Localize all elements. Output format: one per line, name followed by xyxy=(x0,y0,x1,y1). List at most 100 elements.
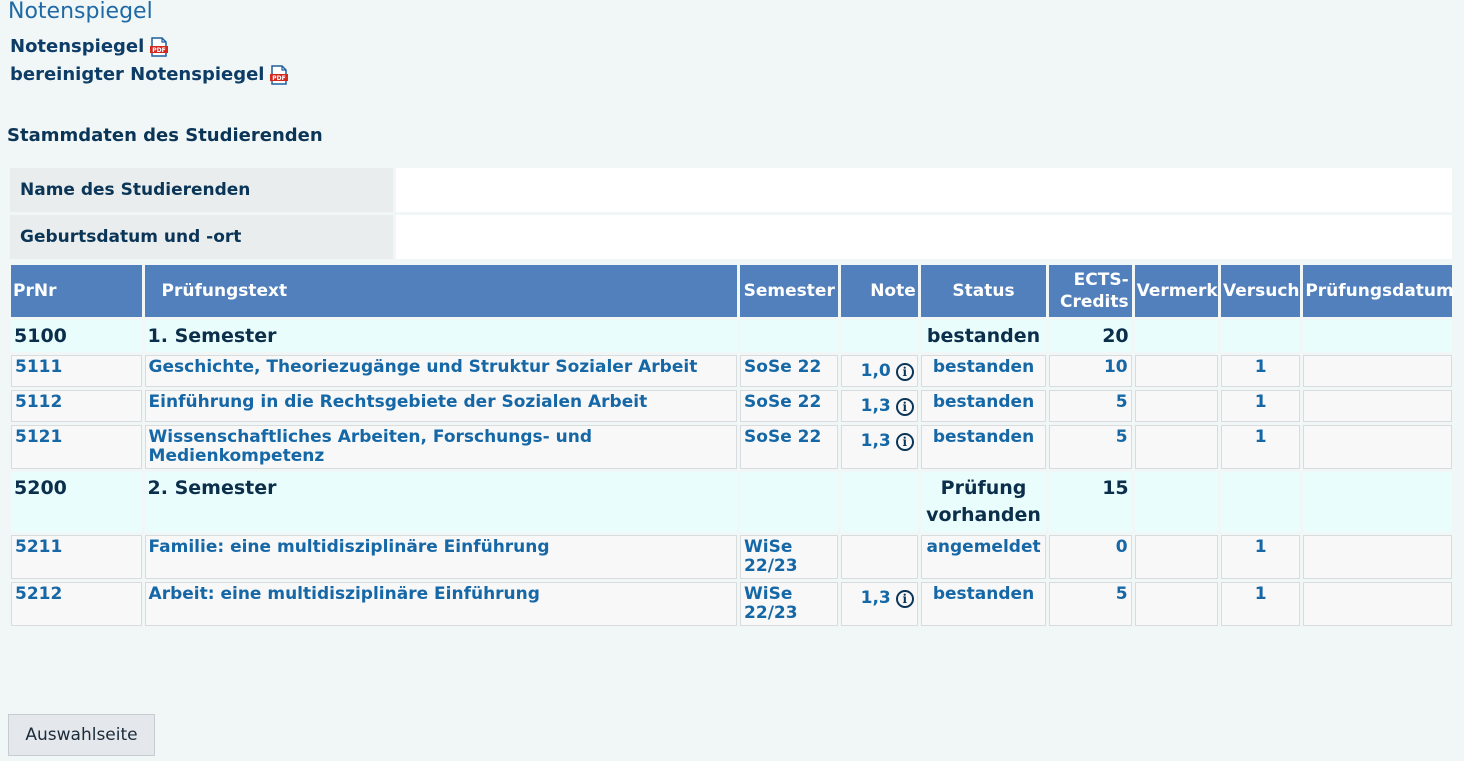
prnr-link[interactable]: 5211 xyxy=(15,537,62,557)
note-text: 1,3 xyxy=(860,396,891,416)
info-icon[interactable]: i xyxy=(895,397,914,416)
note-cell xyxy=(841,320,918,352)
ects-link[interactable]: 5 xyxy=(1116,427,1128,447)
ects-link[interactable]: 10 xyxy=(1104,357,1128,377)
status-link[interactable]: bestanden xyxy=(933,357,1034,377)
vermerk-cell xyxy=(1134,582,1218,626)
pruefungstext-link[interactable]: Arbeit: eine multidisziplinäre Einführun… xyxy=(149,584,540,604)
bereinigter-notenspiegel-link-label[interactable]: bereinigter Notenspiegel xyxy=(10,64,264,85)
prnr-cell: 5100 xyxy=(11,320,142,352)
info-icon[interactable]: i xyxy=(895,362,914,381)
versuch-link[interactable]: 1 xyxy=(1255,357,1267,377)
note-cell xyxy=(841,535,918,579)
semester-link[interactable]: SoSe 22 xyxy=(744,427,821,447)
ects-cell: 15 xyxy=(1049,472,1132,532)
versuch-link[interactable]: 1 xyxy=(1255,427,1267,447)
geburt-label: Geburtsdatum und -ort xyxy=(10,215,393,259)
note-value: 1,3 i xyxy=(861,432,914,451)
pdf-icon[interactable]: PDF xyxy=(270,64,289,85)
vermerk-cell xyxy=(1134,535,1218,579)
table-row: 5212 Arbeit: eine multidisziplinäre Einf… xyxy=(11,582,1452,626)
status-cell: Prüfung vorhanden xyxy=(920,472,1047,532)
note-text: 1,3 xyxy=(860,588,891,608)
table-row: 5111 Geschichte, Theoriezugänge und Stru… xyxy=(11,355,1452,387)
table-row: 5112 Einführung in die Rechtsgebiete der… xyxy=(11,390,1452,422)
pruefungsdatum-cell xyxy=(1303,472,1452,532)
stammdaten-geburt-row: Geburtsdatum und -ort xyxy=(10,215,1452,259)
prnr-link[interactable]: 5212 xyxy=(15,584,62,604)
semester-link[interactable]: WiSe 22/23 xyxy=(744,537,798,576)
prnr-cell: 5200 xyxy=(11,472,142,532)
vermerk-cell xyxy=(1134,425,1218,469)
pruefungstext-link[interactable]: Einführung in die Rechtsgebiete der Sozi… xyxy=(149,392,648,412)
name-value xyxy=(396,168,1452,212)
pruefungsdatum-cell xyxy=(1303,535,1452,579)
versuch-cell xyxy=(1220,472,1301,532)
header-prnr: PrNr xyxy=(11,265,142,317)
status-link[interactable]: bestanden xyxy=(933,392,1034,412)
versuch-link[interactable]: 1 xyxy=(1255,392,1267,412)
versuch-link[interactable]: 1 xyxy=(1255,584,1267,604)
header-vermerk: Vermerk xyxy=(1134,265,1218,317)
header-status: Status xyxy=(920,265,1047,317)
note-cell xyxy=(841,472,918,532)
versuch-link[interactable]: 1 xyxy=(1255,537,1267,557)
semester-row: 5100 1. Semester bestanden 20 xyxy=(11,320,1452,352)
table-header-row: PrNr Prüfungstext Semester Note Status E… xyxy=(11,265,1454,317)
pruefungsdatum-cell xyxy=(1303,320,1452,352)
stammdaten-heading: Stammdaten des Studierenden xyxy=(7,125,323,146)
status-link[interactable]: bestanden xyxy=(933,584,1034,604)
svg-text:PDF: PDF xyxy=(153,47,166,54)
header-ects: ECTS-Credits xyxy=(1049,265,1132,317)
info-icon[interactable]: i xyxy=(895,589,914,608)
header-pruefungsdatum: Prüfungsdatum xyxy=(1303,265,1454,317)
status-link[interactable]: bestanden xyxy=(933,427,1034,447)
semester-link[interactable]: SoSe 22 xyxy=(744,392,821,412)
vermerk-cell xyxy=(1134,355,1218,387)
semester-link[interactable]: WiSe 22/23 xyxy=(744,584,798,623)
note-text: 1,0 xyxy=(860,361,891,381)
pdf-icon[interactable]: PDF xyxy=(150,36,169,57)
auswahlseite-button[interactable]: Auswahlseite xyxy=(8,714,155,756)
geburt-value xyxy=(396,215,1452,259)
notenspiegel-pdf-link[interactable]: Notenspiegel PDF xyxy=(10,36,169,57)
note-value: 1,3 i xyxy=(861,589,914,608)
info-icon[interactable]: i xyxy=(895,432,914,451)
pruefungstext-cell: 1. Semester xyxy=(144,320,738,352)
pruefungstext-link[interactable]: Familie: eine multidisziplinäre Einführu… xyxy=(149,537,550,557)
note-value: 1,0 i xyxy=(861,362,914,381)
grades-table: PrNr Prüfungstext Semester Note Status E… xyxy=(8,262,1455,629)
ects-link[interactable]: 5 xyxy=(1116,584,1128,604)
pruefungsdatum-cell xyxy=(1303,355,1452,387)
ects-link[interactable]: 0 xyxy=(1116,537,1128,557)
notenspiegel-link-label[interactable]: Notenspiegel xyxy=(10,36,144,57)
pruefungstext-cell: 2. Semester xyxy=(144,472,738,532)
pruefungsdatum-cell xyxy=(1303,582,1452,626)
header-semester: Semester xyxy=(740,265,839,317)
prnr-link[interactable]: 5111 xyxy=(15,357,62,377)
pruefungstext-link[interactable]: Geschichte, Theoriezugänge und Struktur … xyxy=(149,357,698,377)
name-label: Name des Studierenden xyxy=(10,168,393,212)
status-link[interactable]: angemeldet xyxy=(926,537,1040,557)
ects-cell: 20 xyxy=(1049,320,1132,352)
header-note: Note xyxy=(841,265,918,317)
svg-text:PDF: PDF xyxy=(273,75,286,82)
pruefungstext-link[interactable]: Wissenschaftliches Arbeiten, Forschungs-… xyxy=(149,427,592,466)
pruefungsdatum-cell xyxy=(1303,425,1452,469)
semester-cell xyxy=(740,320,839,352)
table-row: 5211 Familie: eine multidisziplinäre Ein… xyxy=(11,535,1452,579)
prnr-link[interactable]: 5121 xyxy=(15,427,62,447)
pruefungsdatum-cell xyxy=(1303,390,1452,422)
ects-link[interactable]: 5 xyxy=(1116,392,1128,412)
table-row: 5121 Wissenschaftliches Arbeiten, Forsch… xyxy=(11,425,1452,469)
prnr-link[interactable]: 5112 xyxy=(15,392,62,412)
semester-row: 5200 2. Semester Prüfung vorhanden 15 xyxy=(11,472,1452,532)
status-cell: bestanden xyxy=(920,320,1047,352)
page-title: Notenspiegel xyxy=(8,0,153,24)
vermerk-cell xyxy=(1134,472,1218,532)
bereinigter-notenspiegel-pdf-link[interactable]: bereinigter Notenspiegel PDF xyxy=(10,64,289,85)
header-versuch: Versuch xyxy=(1220,265,1301,317)
note-text: 1,3 xyxy=(860,431,891,451)
semester-link[interactable]: SoSe 22 xyxy=(744,357,821,377)
header-pruefungstext: Prüfungstext xyxy=(144,265,738,317)
